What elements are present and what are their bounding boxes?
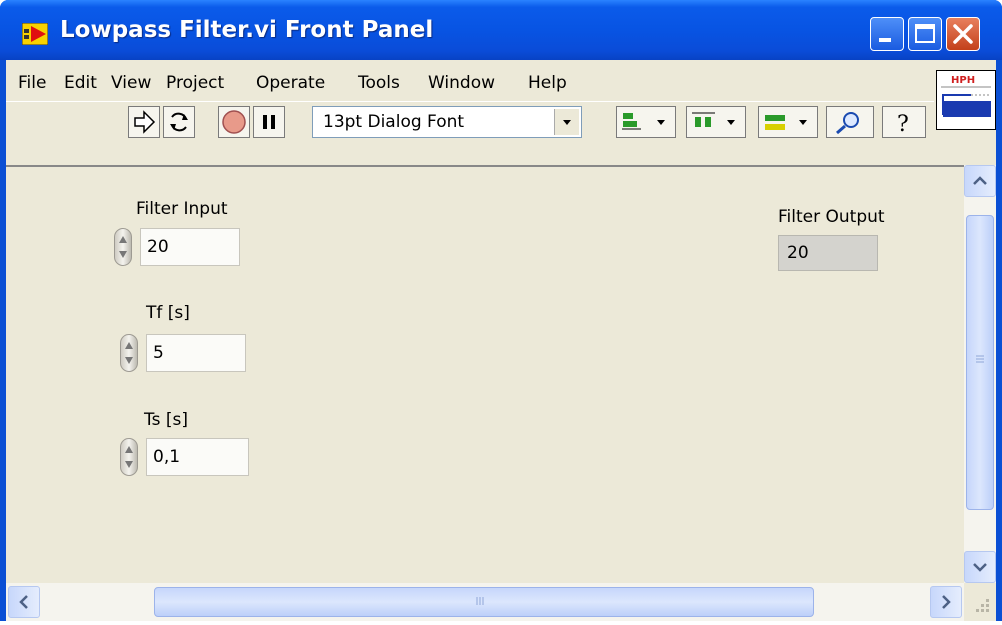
menu-project[interactable]: Project	[166, 73, 224, 93]
title-bar[interactable]: Lowpass Filter.vi Front Panel	[0, 0, 1002, 60]
chevron-down-icon[interactable]	[554, 109, 579, 135]
chevron-up-icon	[973, 176, 987, 185]
filter-output-indicator: 20	[778, 235, 878, 271]
client-area: File Edit View Project Operate Tools Win…	[6, 60, 996, 621]
tf-field[interactable]: 5	[146, 334, 246, 372]
filter-input-spinner[interactable]	[114, 228, 132, 266]
window: Lowpass Filter.vi Front Panel File Edit …	[0, 0, 1002, 621]
menu-help[interactable]: Help	[528, 73, 567, 93]
distribute-objects-icon	[692, 112, 735, 127]
pause-button[interactable]	[253, 106, 285, 138]
menu-bar: File Edit View Project Operate Tools Win…	[6, 60, 934, 98]
stop-icon	[222, 110, 246, 134]
ts-field[interactable]: 0,1	[146, 438, 249, 476]
filter-output-label: Filter Output	[778, 207, 885, 227]
scroll-down-button[interactable]	[964, 551, 996, 583]
labview-icon	[22, 23, 48, 45]
minimize-icon	[879, 38, 891, 42]
menu-operate[interactable]: Operate	[256, 73, 325, 93]
vertical-scrollbar[interactable]	[964, 165, 996, 583]
ts-label: Ts [s]	[144, 410, 188, 430]
help-question-icon: ?	[897, 112, 909, 137]
chevron-down-icon	[973, 563, 987, 572]
align-objects-button[interactable]	[616, 106, 676, 138]
svg-text:?: ?	[897, 112, 909, 137]
tf-label: Tf [s]	[146, 303, 190, 323]
filter-input-field[interactable]: 20	[140, 228, 240, 266]
run-button[interactable]	[128, 106, 160, 138]
run-arrow-icon	[134, 110, 156, 134]
tf-spinner[interactable]	[120, 334, 138, 372]
horizontal-scrollbar[interactable]	[6, 583, 964, 621]
maximize-button[interactable]	[908, 17, 942, 51]
front-panel[interactable]: Filter Input 20 Tf [s] 5 Ts [s] 0,1 Filt…	[6, 165, 964, 585]
window-title: Lowpass Filter.vi Front Panel	[60, 17, 434, 43]
search-icon	[836, 112, 859, 135]
chevron-right-icon	[942, 595, 951, 609]
menu-file[interactable]: File	[18, 73, 46, 93]
close-button[interactable]	[946, 17, 980, 51]
menu-window[interactable]: Window	[428, 73, 495, 93]
scroll-up-button[interactable]	[964, 165, 996, 197]
vertical-scroll-thumb[interactable]	[966, 215, 994, 510]
search-button[interactable]	[826, 106, 874, 138]
distribute-objects-button[interactable]	[686, 106, 746, 138]
filter-input-label: Filter Input	[136, 199, 228, 219]
pause-icon	[263, 115, 275, 129]
resize-grip-icon	[976, 599, 989, 612]
scroll-right-button[interactable]	[930, 586, 962, 618]
menu-view[interactable]: View	[111, 73, 151, 93]
maximize-icon	[915, 24, 935, 43]
vi-icon-label: HPH	[951, 75, 975, 86]
font-select[interactable]: 13pt Dialog Font	[312, 106, 582, 138]
run-continuously-button[interactable]	[163, 106, 195, 138]
resize-grip[interactable]	[964, 583, 996, 621]
minimize-button[interactable]	[870, 17, 904, 51]
run-continuously-icon	[170, 112, 188, 132]
align-objects-icon	[622, 113, 665, 130]
grip-icon	[976, 355, 984, 363]
resize-objects-icon	[765, 115, 807, 130]
horizontal-scroll-thumb[interactable]	[154, 587, 814, 617]
menu-edit[interactable]: Edit	[64, 73, 97, 93]
close-icon	[953, 24, 973, 44]
grip-icon	[476, 597, 484, 605]
vi-graph-icon: HPH	[941, 75, 991, 117]
ts-spinner[interactable]	[120, 438, 138, 476]
chevron-left-icon	[19, 595, 28, 609]
menu-tools[interactable]: Tools	[358, 73, 400, 93]
font-select-value: 13pt Dialog Font	[323, 112, 465, 132]
vi-icon[interactable]: HPH	[936, 70, 996, 130]
scroll-left-button[interactable]	[8, 586, 40, 618]
abort-button[interactable]	[218, 106, 250, 138]
resize-objects-button[interactable]	[758, 106, 818, 138]
help-button[interactable]: ?	[882, 106, 926, 138]
toolbar: 13pt Dialog Font ?	[6, 101, 934, 162]
